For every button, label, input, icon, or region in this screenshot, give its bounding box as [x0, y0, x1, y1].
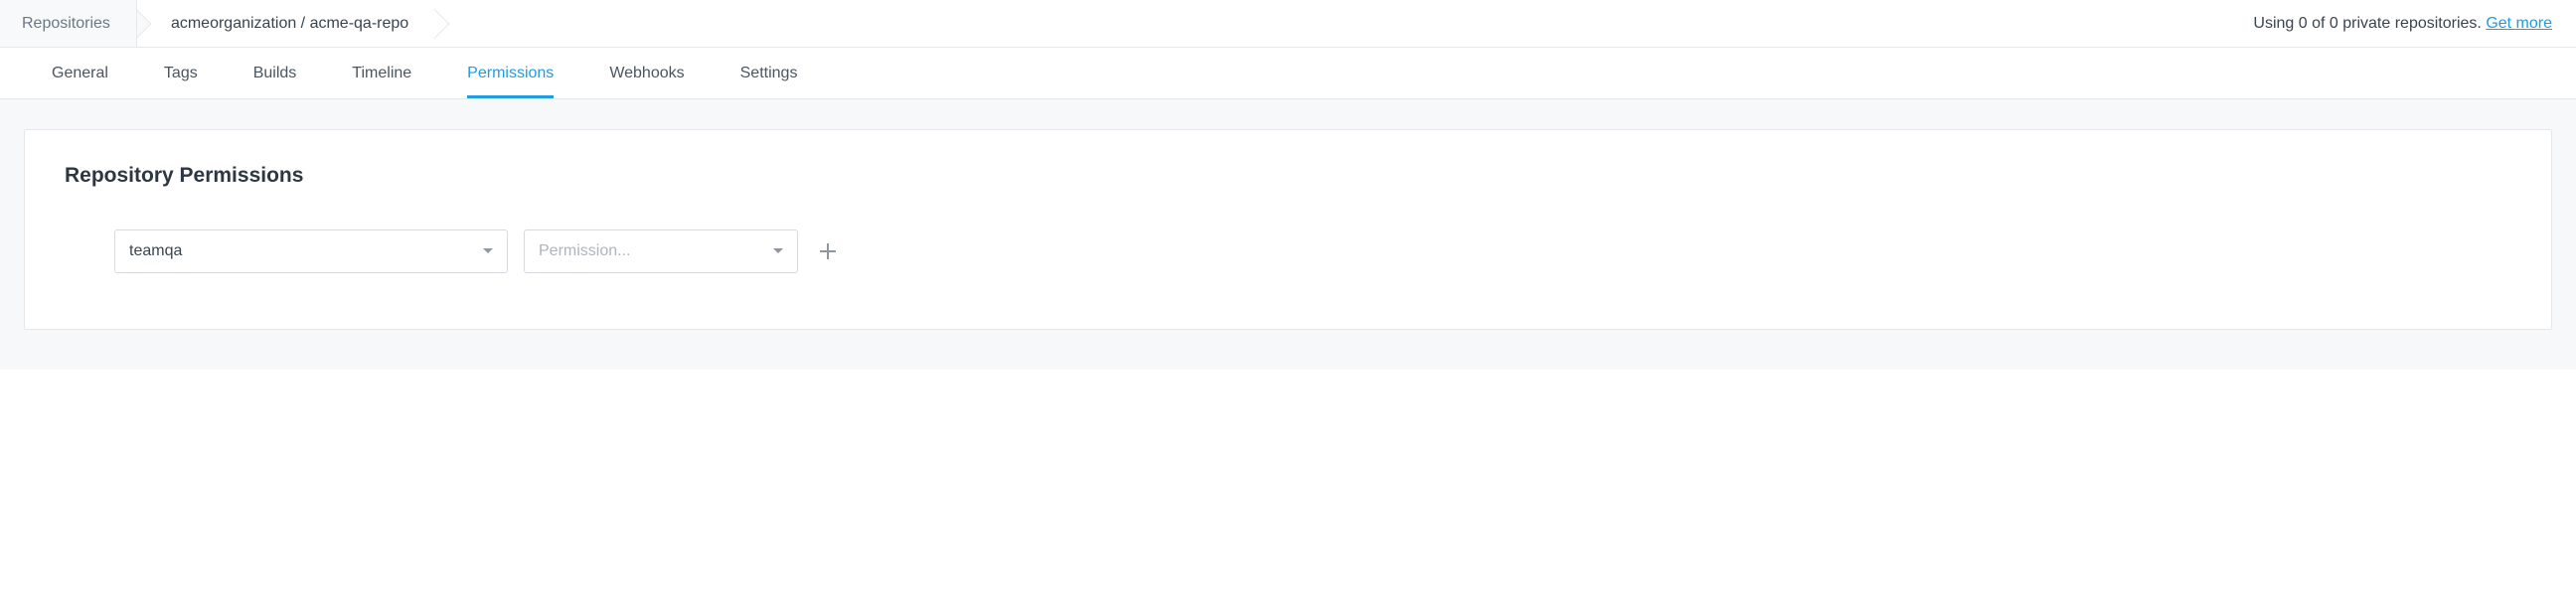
add-permission-button[interactable] [814, 237, 842, 265]
breadcrumb-repo-label: acmeorganization / acme-qa-repo [171, 15, 408, 33]
panel-title: Repository Permissions [65, 164, 2511, 188]
permission-select-placeholder: Permission... [539, 242, 630, 260]
tab-webhooks[interactable]: Webhooks [609, 48, 684, 98]
plus-icon [818, 241, 838, 261]
breadcrumb-root[interactable]: Repositories [0, 0, 136, 47]
breadcrumb-bar: Repositories acmeorganization / acme-qa-… [0, 0, 2576, 48]
team-select[interactable]: teamqa [114, 229, 508, 273]
tab-builds[interactable]: Builds [253, 48, 297, 98]
permission-form-row: teamqa Permission... [65, 229, 2511, 273]
tab-general[interactable]: General [52, 48, 108, 98]
tab-settings[interactable]: Settings [740, 48, 798, 98]
breadcrumb-repo[interactable]: acmeorganization / acme-qa-repo [136, 0, 434, 47]
content-area: Repository Permissions teamqa Permission… [0, 99, 2576, 370]
breadcrumbs: Repositories acmeorganization / acme-qa-… [0, 0, 434, 47]
permission-select[interactable]: Permission... [524, 229, 798, 273]
tab-permissions[interactable]: Permissions [467, 48, 554, 98]
caret-down-icon [483, 248, 493, 254]
permissions-panel: Repository Permissions teamqa Permission… [24, 129, 2552, 330]
tabs-bar: General Tags Builds Timeline Permissions… [0, 48, 2576, 99]
get-more-link[interactable]: Get more [2486, 15, 2552, 32]
team-select-value: teamqa [129, 242, 182, 260]
usage-text: Using 0 of 0 private repositories. Get m… [2253, 15, 2552, 33]
tab-tags[interactable]: Tags [164, 48, 198, 98]
caret-down-icon [773, 248, 783, 254]
breadcrumb-root-label: Repositories [22, 15, 110, 33]
usage-count-label: Using 0 of 0 private repositories. [2253, 15, 2486, 32]
tab-timeline[interactable]: Timeline [352, 48, 411, 98]
